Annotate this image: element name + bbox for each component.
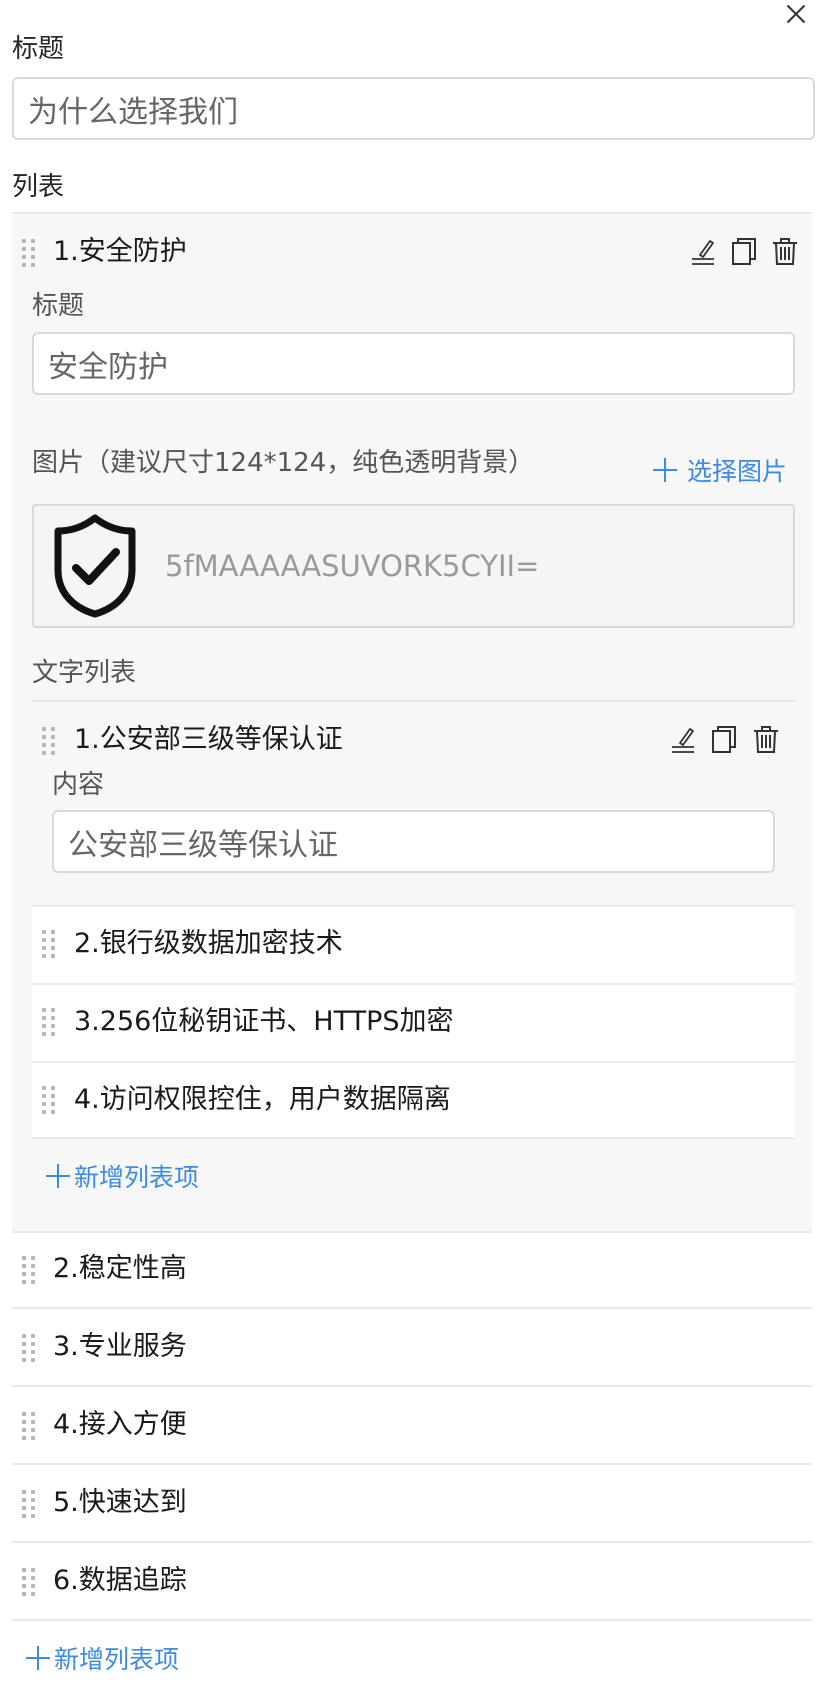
item-title-input[interactable]: 安全防护 [32, 332, 795, 395]
title-input[interactable]: 为什么选择我们 [12, 77, 815, 140]
text-list-label: 文字列表 [32, 658, 137, 688]
edit-icon[interactable] [688, 236, 718, 266]
divider [32, 700, 795, 702]
drag-handle-icon[interactable] [22, 1334, 36, 1362]
choose-image-button[interactable]: 选择图片 [653, 452, 787, 488]
plus-icon [26, 1646, 50, 1670]
image-field-label: 图片（建议尺寸124*124，纯色透明背景） [32, 448, 535, 478]
close-icon[interactable] [780, 0, 810, 28]
text-item-title[interactable]: 4.访问权限控住，用户数据隔离 [74, 1082, 451, 1118]
copy-icon[interactable] [729, 236, 759, 266]
list-item-title[interactable]: 6.数据追踪 [53, 1563, 187, 1599]
drag-handle-icon[interactable] [22, 239, 36, 267]
text-item-title[interactable]: 3.256位秘钥证书、HTTPS加密 [74, 1004, 454, 1040]
add-text-item-button[interactable]: 新增列表项 [46, 1158, 199, 1194]
delete-icon[interactable] [751, 724, 781, 754]
title-field-label: 标题 [12, 34, 65, 64]
drag-handle-icon[interactable] [22, 1568, 36, 1596]
drag-handle-icon[interactable] [42, 930, 56, 958]
list-item-title[interactable]: 3.专业服务 [53, 1329, 187, 1365]
plus-icon [46, 1164, 70, 1188]
drag-handle-icon[interactable] [42, 1008, 56, 1036]
copy-icon[interactable] [709, 724, 739, 754]
list-section-label: 列表 [12, 172, 65, 202]
drag-handle-icon[interactable] [42, 727, 56, 755]
drag-handle-icon[interactable] [22, 1490, 36, 1518]
list-item-title[interactable]: 4.接入方便 [53, 1407, 187, 1443]
choose-image-label: 选择图片 [687, 457, 788, 486]
drag-handle-icon[interactable] [22, 1256, 36, 1284]
text-item-title[interactable]: 2.银行级数据加密技术 [74, 926, 343, 962]
add-list-item-label: 新增列表项 [54, 1645, 180, 1674]
add-text-item-label: 新增列表项 [74, 1163, 200, 1192]
item-title-label: 标题 [32, 291, 85, 321]
content-input[interactable]: 公安部三级等保认证 [52, 810, 775, 873]
image-filename: 5fMAAAAASUVORK5CYII= [165, 549, 540, 583]
list-item-title[interactable]: 1.安全防护 [53, 234, 187, 270]
drag-handle-icon[interactable] [42, 1086, 56, 1114]
content-label: 内容 [52, 770, 105, 800]
list-item-title[interactable]: 5.快速达到 [53, 1485, 187, 1521]
add-list-item-button[interactable]: 新增列表项 [26, 1640, 179, 1676]
plus-icon [653, 458, 677, 482]
text-item-title[interactable]: 1.公安部三级等保认证 [74, 722, 343, 758]
shield-check-icon [54, 514, 136, 618]
delete-icon[interactable] [770, 236, 800, 266]
list-item-title[interactable]: 2.稳定性高 [53, 1251, 187, 1287]
edit-icon[interactable] [668, 724, 698, 754]
drag-handle-icon[interactable] [22, 1412, 36, 1440]
